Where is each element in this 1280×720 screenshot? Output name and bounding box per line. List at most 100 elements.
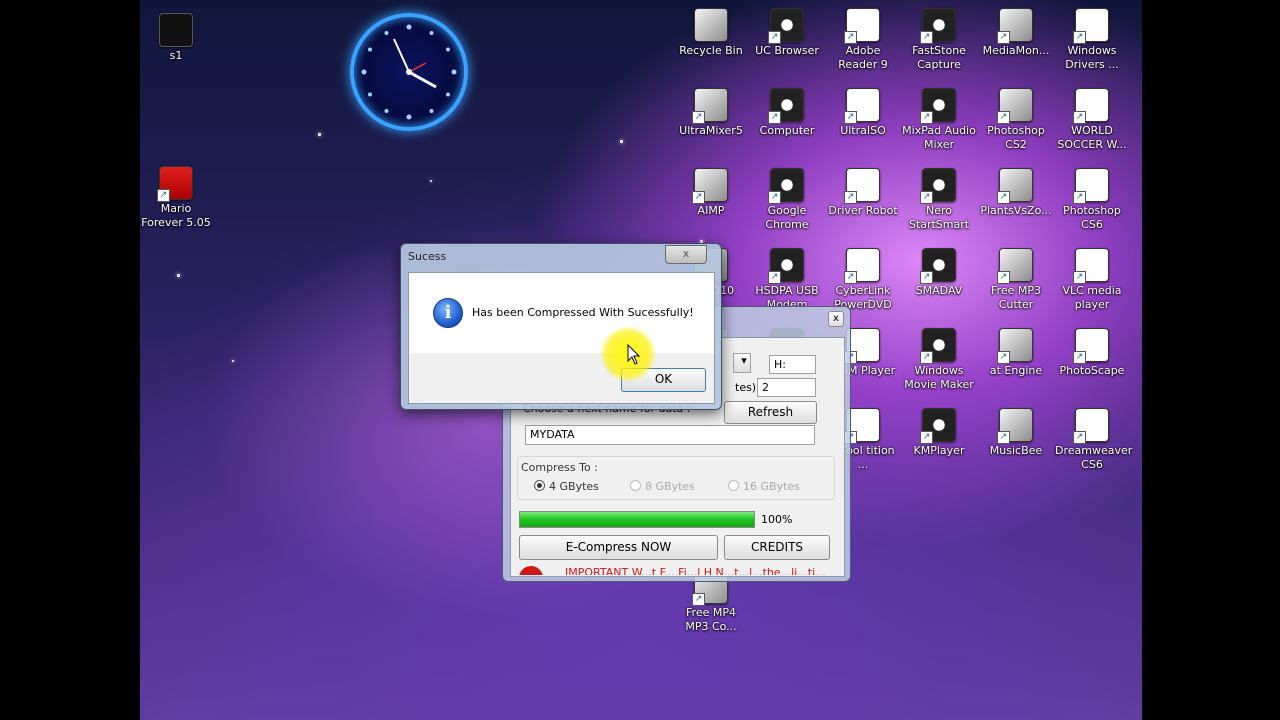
desktop-icon-label: Nero StartSmart bbox=[908, 204, 970, 231]
desktop-icon-label: MixPad Audio Mixer bbox=[902, 124, 976, 151]
world-soccer-icon: ↗ bbox=[1073, 88, 1109, 124]
desktop-icon-label: Computer bbox=[759, 124, 815, 137]
radio-8gb[interactable]: 8 GBytes bbox=[630, 480, 695, 493]
desktop-icon-photoscape[interactable]: ↗ PhotoScape bbox=[1055, 328, 1129, 378]
desktop-icon-label: Windows Movie Maker bbox=[904, 364, 974, 391]
desktop-icon-label: Photoshop CS6 bbox=[1063, 204, 1121, 231]
at-engine-icon: ↗ bbox=[997, 328, 1033, 364]
unitool-icon: ↗ bbox=[844, 408, 880, 444]
hsdpa-icon: ↗ bbox=[768, 248, 804, 284]
shortcut-arrow-icon: ↗ bbox=[692, 593, 705, 606]
desktop-icon-label: Mario Forever 5.05 bbox=[141, 202, 211, 229]
shortcut-arrow-icon: ↗ bbox=[768, 191, 781, 204]
desktop-icon-label: Windows Drivers ... bbox=[1065, 44, 1119, 71]
desktop-icon-world-soccer[interactable]: ↗ WORLD SOCCER W... bbox=[1055, 88, 1129, 152]
shortcut-arrow-icon: ↗ bbox=[768, 271, 781, 284]
desktop-icon-s1[interactable]: s1 bbox=[139, 13, 213, 63]
success-dialog[interactable]: Sucess x i Has been Compressed With Suce… bbox=[400, 243, 722, 410]
credits-button[interactable]: CREDITS bbox=[724, 535, 830, 560]
desktop-icon-smadav[interactable]: ↗ SMADAV bbox=[902, 248, 976, 298]
desktop-icon-plantsvszombies[interactable]: ↗ PlantsVsZo... bbox=[979, 168, 1053, 218]
desktop-icon-ultraiso[interactable]: ↗ UltraISO bbox=[826, 88, 900, 138]
desktop-icon-mario[interactable]: ↗ Mario Forever 5.05 bbox=[139, 166, 213, 230]
desktop-icon-computer[interactable]: ↗ Computer bbox=[750, 88, 824, 138]
shortcut-arrow-icon: ↗ bbox=[1073, 431, 1086, 444]
nero-icon: ↗ bbox=[920, 168, 956, 204]
desktop-icon-label: MediaMon... bbox=[982, 44, 1050, 57]
dialog-body: i Has been Compressed With Sucessfully! … bbox=[408, 272, 715, 404]
desktop-icon-mixpad[interactable]: ↗ MixPad Audio Mixer bbox=[902, 88, 976, 152]
desktop-icon-uc-browser[interactable]: ↗ UC Browser bbox=[750, 8, 824, 58]
desktop-icon-nero[interactable]: ↗ Nero StartSmart bbox=[902, 168, 976, 232]
vlc-icon: ↗ bbox=[1073, 248, 1109, 284]
e-compress-button[interactable]: E-Compress NOW bbox=[519, 535, 718, 560]
desktop-icon-ultramixer[interactable]: ↗ UltraMixer5 bbox=[674, 88, 748, 138]
refresh-button[interactable]: Refresh bbox=[724, 401, 817, 424]
desktop-icon-label: Photoshop CS2 bbox=[987, 124, 1045, 151]
desktop-icon-label: KMPlayer bbox=[913, 444, 965, 457]
radio-16gb[interactable]: 16 GBytes bbox=[728, 480, 800, 493]
desktop-icon-musicbee[interactable]: ↗ MusicBee bbox=[979, 408, 1053, 458]
shortcut-arrow-icon: ↗ bbox=[997, 191, 1010, 204]
radio-4gb[interactable]: 4 GBytes bbox=[534, 480, 599, 493]
desktop-icon-photoshop-cs2[interactable]: ↗ Photoshop CS2 bbox=[979, 88, 1053, 152]
star bbox=[232, 360, 234, 362]
desktop-icon-kmplayer[interactable]: ↗ KMPlayer bbox=[902, 408, 976, 458]
drive-dropdown-arrow[interactable]: ▾ bbox=[733, 353, 751, 373]
compress-to-label: Compress To : bbox=[521, 461, 598, 474]
desktop-icon-hsdpa[interactable]: ↗ HSDPA USB Modem bbox=[750, 248, 824, 312]
desktop-icon-vlc[interactable]: ↗ VLC media player bbox=[1055, 248, 1129, 312]
star bbox=[430, 180, 432, 182]
desktop-icon-adobe-reader[interactable]: ↗ Adobe Reader 9 bbox=[826, 8, 900, 72]
shortcut-arrow-icon: ↗ bbox=[844, 191, 857, 204]
data-name-input[interactable]: MYDATA bbox=[525, 425, 815, 445]
drive-field[interactable]: H: bbox=[769, 355, 816, 374]
dreamweaver-icon: ↗ bbox=[1073, 408, 1109, 444]
shortcut-arrow-icon: ↗ bbox=[1073, 351, 1086, 364]
desktop-icon-dreamweaver[interactable]: ↗ Dreamweaver CS6 bbox=[1055, 408, 1132, 472]
shortcut-arrow-icon: ↗ bbox=[997, 111, 1010, 124]
desktop-icon-faststone[interactable]: ↗ FastStone Capture bbox=[902, 8, 976, 72]
shortcut-arrow-icon: ↗ bbox=[768, 31, 781, 44]
shortcut-arrow-icon: ↗ bbox=[692, 111, 705, 124]
shortcut-arrow-icon: ↗ bbox=[997, 431, 1010, 444]
desktop-icon-google-chrome[interactable]: ↗ Google Chrome bbox=[750, 168, 824, 232]
shortcut-arrow-icon: ↗ bbox=[1073, 31, 1086, 44]
desktop-icon-windows-drivers[interactable]: ↗ Windows Drivers ... bbox=[1055, 8, 1129, 72]
desktop-icon-recycle-bin[interactable]: Recycle Bin bbox=[674, 8, 748, 58]
mouse-pointer-icon bbox=[627, 344, 641, 365]
windows-drivers-icon: ↗ bbox=[1073, 8, 1109, 44]
progress-bar bbox=[519, 511, 755, 528]
desktop-icon-aimp[interactable]: ↗ AIMP bbox=[674, 168, 748, 218]
desktop-icon-label: SMADAV bbox=[915, 284, 963, 297]
important-text: IMPORTANT W...t F... Fi...l H N...t...l.… bbox=[565, 566, 826, 575]
aimp-icon: ↗ bbox=[692, 168, 728, 204]
dialog-close-button[interactable]: x bbox=[665, 245, 707, 264]
ultraiso-icon: ↗ bbox=[844, 88, 880, 124]
shortcut-arrow-icon: ↗ bbox=[1073, 271, 1086, 284]
desktop-icon-label: UltraISO bbox=[840, 124, 886, 137]
shortcut-arrow-icon: ↗ bbox=[920, 111, 933, 124]
recycle-bin-icon bbox=[694, 8, 728, 42]
mediamonkey-icon: ↗ bbox=[997, 8, 1033, 44]
shortcut-arrow-icon: ↗ bbox=[997, 351, 1010, 364]
desktop-icon-cyberlink[interactable]: ↗ CyberLink PowerDVD bbox=[826, 248, 900, 312]
desktop-icon-at-engine[interactable]: ↗ at Engine bbox=[979, 328, 1053, 378]
clock-gadget[interactable] bbox=[350, 13, 468, 131]
shortcut-arrow-icon: ↗ bbox=[1073, 111, 1086, 124]
star bbox=[318, 133, 321, 136]
shortcut-arrow-icon: ↗ bbox=[997, 31, 1010, 44]
app-close-button[interactable]: x bbox=[828, 311, 844, 327]
desktop-icon-label: at Engine bbox=[989, 364, 1043, 377]
desktop-icon-mediamonkey[interactable]: ↗ MediaMon... bbox=[979, 8, 1053, 58]
desktop-icon-photoshop-cs6[interactable]: ↗ Photoshop CS6 bbox=[1055, 168, 1129, 232]
shortcut-arrow-icon: ↗ bbox=[997, 271, 1010, 284]
compress-to-group: Compress To : 4 GBytes 8 GBytes 16 GByte… bbox=[517, 456, 835, 500]
shortcut-arrow-icon: ↗ bbox=[920, 351, 933, 364]
photoshop-cs2-icon: ↗ bbox=[997, 88, 1033, 124]
desktop-icon-label: MusicBee bbox=[989, 444, 1043, 457]
desktop-icon-driver-robot[interactable]: ↗ Driver Robot bbox=[826, 168, 900, 218]
parts-field[interactable]: 2 bbox=[757, 378, 816, 397]
desktop-icon-movie-maker[interactable]: ↗ Windows Movie Maker bbox=[902, 328, 976, 392]
desktop-icon-free-mp3-cutter[interactable]: ↗ Free MP3 Cutter bbox=[979, 248, 1053, 312]
